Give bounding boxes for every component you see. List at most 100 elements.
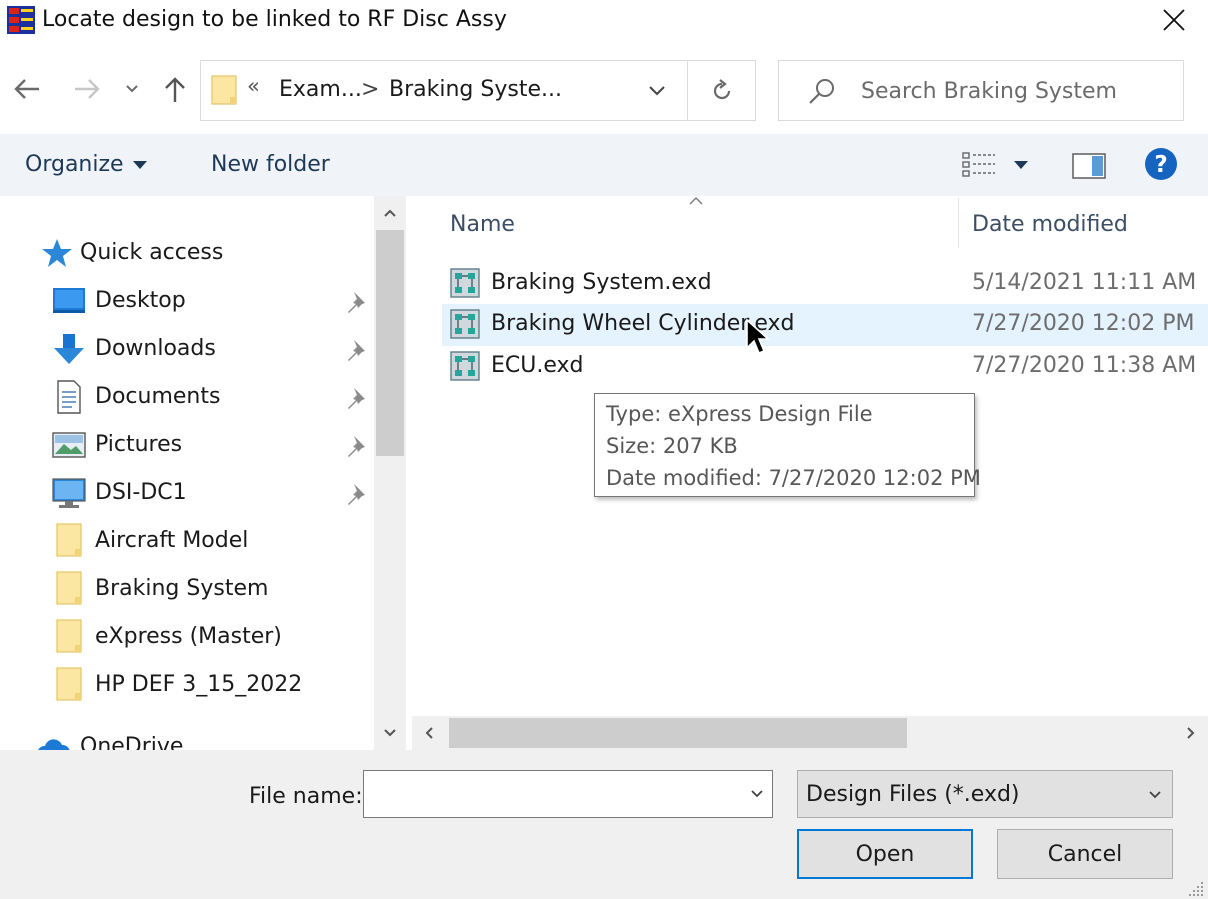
pin-icon[interactable]: [344, 433, 368, 457]
breadcrumb-overflow[interactable]: «: [247, 74, 260, 98]
sidebar-item-label: Braking System: [95, 576, 269, 601]
organize-dropdown-icon[interactable]: [132, 160, 148, 170]
pin-icon[interactable]: [344, 385, 368, 409]
chevron-up-icon: [384, 209, 396, 217]
sidebar-item-label: eXpress (Master): [95, 624, 282, 649]
file-name-label: File name:: [249, 784, 363, 809]
scroll-down-button[interactable]: [374, 716, 406, 750]
scroll-up-button[interactable]: [374, 196, 406, 230]
scroll-thumb[interactable]: [376, 230, 404, 456]
sidebar-item-downloads[interactable]: Downloads: [0, 326, 374, 372]
close-icon: [1163, 9, 1185, 31]
exd-file-icon: [450, 351, 480, 381]
sidebar-item-label: Downloads: [95, 336, 216, 361]
recent-locations-button[interactable]: [117, 72, 147, 106]
sort-ascending-icon: [689, 197, 703, 205]
cloud-icon: [38, 739, 70, 750]
pin-icon[interactable]: [344, 337, 368, 361]
scroll-right-button[interactable]: [1174, 716, 1208, 750]
sidebar-item-label: Aircraft Model: [95, 528, 249, 553]
sidebar-item-braking-system[interactable]: Braking System: [0, 566, 374, 612]
chevron-down-icon: [1149, 791, 1161, 799]
folder-icon: [211, 75, 237, 105]
sidebar-item-express-master[interactable]: eXpress (Master): [0, 614, 374, 660]
sidebar-item-onedrive[interactable]: OneDrive: [0, 726, 374, 750]
sidebar-item-hp-def[interactable]: HP DEF 3_15_2022: [0, 662, 374, 708]
sidebar-item-label: HP DEF 3_15_2022: [95, 672, 303, 697]
chevron-down-icon: [751, 790, 763, 798]
sidebar-item-quick-access[interactable]: Quick access: [0, 230, 374, 276]
view-dropdown-icon[interactable]: [1013, 160, 1029, 170]
sidebar-item-desktop[interactable]: Desktop: [0, 278, 374, 324]
exd-file-icon: [450, 268, 480, 298]
refresh-button[interactable]: [701, 73, 743, 109]
sidebar-item-pictures[interactable]: Pictures: [0, 422, 374, 468]
chevron-right-icon: [1187, 727, 1195, 739]
sidebar-item-label: Quick access: [80, 240, 224, 265]
dialog-footer: File name: Design Files (*.exd) Open Can…: [0, 750, 1208, 899]
forward-button[interactable]: [70, 72, 104, 106]
address-dropdown-button[interactable]: [641, 75, 673, 107]
column-divider[interactable]: [958, 198, 959, 248]
file-name: ECU.exd: [491, 353, 584, 378]
file-tooltip: Type: eXpress Design File Size: 207 KB D…: [594, 393, 981, 497]
search-box[interactable]: Search Braking System: [778, 60, 1184, 121]
breadcrumb-separator[interactable]: >: [361, 77, 379, 102]
sidebar-item-aircraft-model[interactable]: Aircraft Model: [0, 518, 374, 564]
column-header-date[interactable]: Date modified: [972, 212, 1128, 237]
resize-grip-icon[interactable]: [1186, 880, 1206, 898]
help-icon[interactable]: ?: [1144, 147, 1178, 181]
sidebar-item-label: DSI-DC1: [95, 480, 187, 505]
preview-pane-icon[interactable]: [1072, 152, 1106, 180]
address-bar[interactable]: « Exam... > Braking Syste...: [200, 60, 756, 121]
file-type-dropdown-button[interactable]: [1140, 780, 1170, 810]
mouse-cursor-icon: [746, 318, 771, 355]
file-type-select[interactable]: Design Files (*.exd): [797, 770, 1173, 818]
file-list-scrollbar[interactable]: [412, 716, 1208, 750]
back-arrow-icon: [14, 79, 39, 99]
exd-file-icon: [450, 309, 480, 339]
search-placeholder[interactable]: Search Braking System: [861, 79, 1117, 104]
scroll-thumb[interactable]: [449, 718, 907, 748]
file-date: 5/14/2021 11:11 AM: [972, 270, 1197, 295]
file-name-combobox[interactable]: [363, 770, 773, 818]
download-icon: [54, 334, 84, 364]
star-icon: [42, 239, 72, 267]
organize-button[interactable]: Organize: [25, 152, 124, 177]
computer-icon: [52, 478, 86, 508]
back-button[interactable]: [10, 72, 44, 106]
file-row[interactable]: Braking Wheel Cylinder.exd 7/27/2020 12:…: [442, 304, 1208, 346]
forward-arrow-icon: [75, 79, 100, 99]
navigation-scrollbar[interactable]: [374, 196, 406, 750]
cancel-button[interactable]: Cancel: [997, 829, 1173, 879]
column-header-name[interactable]: Name: [450, 212, 515, 237]
document-icon: [57, 380, 81, 414]
folder-icon: [56, 571, 82, 605]
sidebar-item-label: OneDrive: [80, 734, 184, 750]
navigation-bar: « Exam... > Braking Syste... Search Brak…: [0, 44, 1208, 134]
scroll-left-button[interactable]: [412, 716, 446, 750]
view-details-icon[interactable]: [961, 150, 997, 180]
breadcrumb-examples[interactable]: Exam...: [279, 77, 362, 102]
chevron-down-icon: [384, 729, 396, 737]
new-folder-button[interactable]: New folder: [211, 152, 330, 177]
file-name-dropdown-button[interactable]: [742, 779, 772, 809]
up-arrow-icon: [165, 77, 185, 102]
file-row[interactable]: ECU.exd 7/27/2020 11:38 AM: [442, 346, 1208, 388]
close-button[interactable]: [1146, 0, 1202, 40]
open-button[interactable]: Open: [797, 829, 973, 879]
sidebar-item-dsi-dc1[interactable]: DSI-DC1: [0, 470, 374, 516]
sidebar-item-documents[interactable]: Documents: [0, 374, 374, 420]
desktop-icon: [53, 288, 85, 313]
folder-icon: [56, 619, 82, 653]
search-icon: [809, 79, 834, 104]
pin-icon[interactable]: [344, 481, 368, 505]
folder-icon: [56, 667, 82, 701]
pin-icon[interactable]: [344, 289, 368, 313]
file-row[interactable]: Braking System.exd 5/14/2021 11:11 AM: [442, 263, 1208, 305]
breadcrumb-braking-system[interactable]: Braking Syste...: [389, 77, 562, 102]
file-name-input[interactable]: [370, 779, 730, 809]
command-toolbar: Organize New folder ?: [0, 134, 1208, 196]
up-button[interactable]: [158, 72, 192, 106]
chevron-left-icon: [425, 727, 433, 739]
